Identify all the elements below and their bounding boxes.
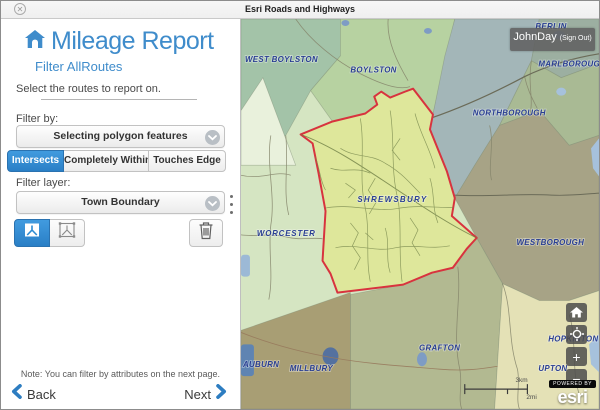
close-icon[interactable]: ✕ [14,3,26,15]
filter-method-dropdown[interactable]: Selecting polygon features [16,125,225,148]
filter-layer-dropdown[interactable]: Town Boundary [16,191,225,214]
chevron-down-icon[interactable] [205,130,220,145]
selection-tool-group [14,219,85,247]
user-sign-out-button[interactable]: JohnDay (Sign Out) [510,28,595,51]
trash-icon [198,221,214,245]
completely-within-button[interactable]: Completely Within [63,150,149,172]
home-extent-button[interactable] [566,303,587,322]
instruction-text: Select the routes to report on. [16,83,161,95]
town-label-worcester: WORCESTER [257,229,316,238]
divider [41,99,197,100]
back-button[interactable]: Back [11,384,56,404]
town-label-auburn: AUBURN [242,360,279,369]
next-label: Next [184,387,211,402]
intersects-button[interactable]: Intersects [7,150,64,172]
home-icon [570,306,583,320]
town-label-grafton: GRAFTON [419,343,460,352]
sign-out-label: (Sign Out) [560,35,592,42]
title-bar: ✕ Esri Roads and Highways [1,1,599,19]
page-title: Mileage Report [51,27,214,56]
crosshair-icon [570,327,584,343]
town-label-boylston: BOYLSTON [350,66,396,75]
touches-edge-button[interactable]: Touches Edge [148,150,226,172]
app-title: Esri Roads and Highways [1,1,599,17]
spatial-relation-segmented-control: Intersects Completely Within Touches Edg… [7,150,226,172]
zoom-in-button[interactable]: + [566,347,587,366]
esri-brand-text: esri [549,390,596,405]
town-label-west-boylston: WEST BOYLSTON [245,55,318,64]
app-window: ✕ Esri Roads and Highways Mileage Report… [0,0,600,410]
page-subtitle: Filter AllRoutes [35,59,122,74]
back-label: Back [27,387,56,402]
filter-layer-value: Town Boundary [81,196,160,208]
clear-selection-button[interactable] [189,219,223,247]
select-polygon-icon [57,222,77,244]
chevron-down-icon[interactable] [205,196,220,211]
town-label-marlborough: MARLBOROUGH [538,60,599,69]
home-house-icon [24,29,46,54]
town-label-northborough: NORTHBOROUGH [473,109,546,118]
chevron-left-icon [11,384,22,404]
locate-button[interactable] [566,325,587,344]
filter-by-label: Filter by: [16,113,58,125]
esri-logo: POWERED BY esri [549,372,596,405]
map-container: WEST BOYLSTONBOYLSTONBERLINMARLBOROUGHNO… [241,19,599,409]
select-by-polygon-button[interactable] [49,219,85,247]
scale-mi-label: 2mi [526,394,536,401]
select-rectangle-icon [22,222,42,244]
user-name: JohnDay [513,31,556,43]
scale-km-label: 3km [515,377,527,384]
filter-method-value: Selecting polygon features [53,130,187,142]
town-label-shrewsbury: SHREWSBURY [357,195,427,204]
town-label-millbury: MILLBURY [290,364,334,373]
town-label-westborough: WESTBOROUGH [516,238,584,247]
next-button[interactable]: Next [184,384,227,404]
mileage-report-panel: Mileage Report Filter AllRoutes Select t… [1,19,241,409]
select-by-rectangle-button[interactable] [14,219,50,247]
note-text: Note: You can filter by attributes on th… [1,369,240,379]
chevron-right-icon [216,384,227,404]
map-canvas[interactable]: WEST BOYLSTONBOYLSTONBERLINMARLBOROUGHNO… [241,19,599,409]
panel-drag-handle[interactable] [230,195,233,214]
filter-layer-label: Filter layer: [16,177,70,189]
